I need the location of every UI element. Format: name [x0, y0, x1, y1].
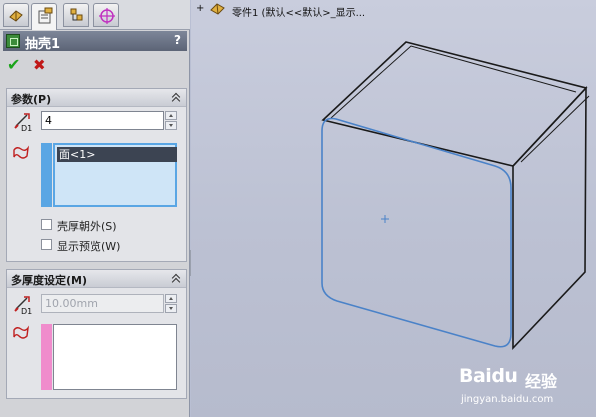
model-front-face-selected[interactable] [321, 117, 512, 348]
tab-feature-manager[interactable] [3, 3, 29, 27]
model-top-face [321, 41, 588, 167]
shell-outward-checkbox[interactable] [41, 219, 52, 230]
shell-outward-label: 壳厚朝外(S) [57, 220, 117, 233]
multi-thickness-group: 多厚度设定(M) D1 10.00mm [6, 269, 187, 399]
multi-thickness-group-header[interactable]: 多厚度设定(M) [7, 270, 186, 288]
show-preview-checkbox[interactable] [41, 239, 52, 250]
multi-face-selection-icon [13, 325, 30, 339]
manager-tabbar [0, 0, 190, 30]
thickness-spinner[interactable] [165, 111, 177, 130]
model-top-edge-inner [330, 45, 577, 119]
multi-thickness-value: 10.00mm [45, 297, 98, 310]
face-selection-icon [13, 145, 30, 159]
collapse-chevron-icon[interactable] [171, 273, 181, 283]
parameters-group-title: 参数(P) [11, 93, 52, 106]
multi-faces-color-bar [41, 324, 52, 390]
multi-thickness-input[interactable]: 10.00mm [41, 294, 164, 313]
multi-thickness-dimension-icon: D1 [14, 296, 32, 315]
model-right-edge-inner [520, 95, 590, 163]
multi-thickness-spinner[interactable] [165, 294, 177, 313]
target-icon [99, 8, 115, 24]
faces-color-bar [41, 143, 52, 207]
svg-text:D1: D1 [21, 124, 32, 132]
property-manager: 抽壳1 ? ✔ ✖ 参数(P) D1 4 面<1> 壳厚朝外(S) 显示预览(W… [0, 0, 190, 417]
spin-down-icon[interactable] [165, 121, 177, 130]
show-preview-label: 显示预览(W) [57, 240, 121, 253]
face-list-item[interactable]: 面<1> [57, 147, 177, 162]
cancel-button[interactable]: ✖ [33, 57, 49, 73]
feature-tree-icon [9, 10, 23, 22]
configuration-icon [70, 8, 83, 21]
tab-configuration-manager[interactable] [63, 3, 89, 27]
origin-marker-icon [381, 215, 389, 223]
shell-thickness-input[interactable]: 4 [41, 111, 164, 130]
thickness-dimension-icon: D1 [14, 113, 32, 132]
watermark-logo: Baidu [459, 365, 518, 387]
shell-thickness-value: 4 [45, 114, 52, 127]
tab-dim-expert[interactable] [93, 3, 119, 27]
baidu-watermark: Baidu 经验 jingyan.baidu.com [455, 362, 596, 417]
shell-feature-icon [6, 34, 20, 48]
feature-title-bar: 抽壳1 ? [3, 31, 187, 52]
graphics-area[interactable]: + 零件1 (默认<<默认>_显示... [191, 0, 596, 417]
help-button[interactable]: ? [174, 33, 181, 47]
ok-button[interactable]: ✔ [7, 57, 23, 73]
property-icon [38, 7, 53, 24]
feature-title: 抽壳1 [25, 37, 61, 52]
watermark-text: 经验 [525, 372, 558, 391]
multi-thickness-faces-list[interactable] [53, 324, 177, 390]
svg-text:D1: D1 [21, 307, 32, 315]
watermark-url: jingyan.baidu.com [461, 394, 554, 405]
parameters-group: 参数(P) D1 4 面<1> 壳厚朝外(S) 显示预览(W) [6, 88, 187, 262]
multi-thickness-group-title: 多厚度设定(M) [11, 274, 88, 287]
faces-to-remove-list[interactable]: 面<1> [53, 143, 177, 207]
parameters-group-header[interactable]: 参数(P) [7, 89, 186, 107]
shell-model-view [321, 41, 590, 351]
spin-down-icon[interactable] [165, 304, 177, 313]
spin-up-icon[interactable] [165, 111, 177, 120]
tab-property-manager[interactable] [31, 3, 57, 30]
model-right-face [512, 85, 587, 351]
collapse-chevron-icon[interactable] [171, 92, 181, 102]
spin-up-icon[interactable] [165, 294, 177, 303]
